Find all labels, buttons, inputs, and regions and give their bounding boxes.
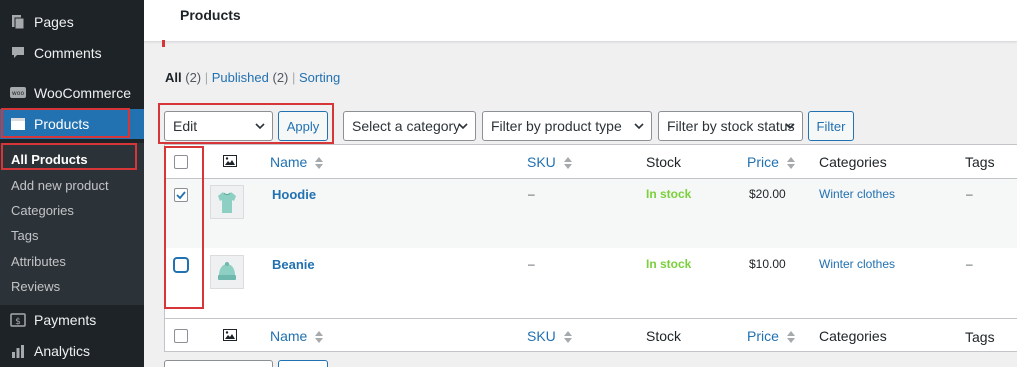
column-name-label: Name: [270, 154, 308, 170]
menu-item-pages[interactable]: Pages: [0, 7, 144, 37]
product-type-select[interactable]: Filter by product type: [482, 111, 652, 141]
column-name[interactable]: Name: [270, 154, 324, 170]
top-header-bar: Products: [144, 0, 1017, 42]
column-tags: Tags: [965, 154, 995, 170]
submenu-add-new-product[interactable]: Add new product: [11, 178, 109, 193]
image-column-icon: [223, 329, 237, 341]
beanie-icon: [218, 262, 236, 280]
sort-icon: [315, 157, 324, 170]
submenu-tags[interactable]: Tags: [11, 228, 38, 243]
header-divider: [165, 178, 1017, 179]
menu-item-label: Comments: [34, 45, 102, 61]
stock-status: In stock: [646, 257, 692, 271]
column-price[interactable]: Price: [747, 154, 795, 170]
column-tags-footer: Tags: [965, 329, 995, 345]
view-all[interactable]: All: [165, 70, 182, 85]
column-sku-footer[interactable]: SKU: [527, 328, 572, 344]
image-column-icon: [223, 155, 237, 167]
column-price-label: Price: [747, 154, 779, 170]
column-price-footer[interactable]: Price: [747, 328, 795, 344]
view-all-count: (2): [185, 70, 202, 85]
woo-icon: woo: [8, 83, 28, 103]
stock-status-value: Filter by stock status: [667, 118, 795, 134]
products-table: Name SKU Stock Price Categories Tags Hoo…: [164, 144, 1017, 352]
chevron-down-icon: [634, 123, 644, 130]
comments-icon: [8, 43, 28, 63]
menu-item-label: Analytics: [34, 343, 91, 359]
highlight-products-menu: [1, 108, 130, 138]
price-cell: $10.00: [749, 257, 786, 271]
category-link[interactable]: Winter clothes: [819, 257, 895, 271]
sort-icon: [563, 331, 572, 344]
pages-icon: [8, 12, 28, 32]
column-categories-footer: Categories: [819, 328, 887, 344]
submenu-categories[interactable]: Categories: [11, 203, 74, 218]
category-select[interactable]: Select a category: [343, 111, 476, 141]
menu-item-label: WooCommerce: [34, 85, 131, 101]
chevron-down-icon: [785, 123, 795, 130]
column-categories: Categories: [819, 154, 887, 170]
footer-divider: [165, 318, 1017, 319]
view-published[interactable]: Published: [212, 70, 269, 85]
submenu-reviews[interactable]: Reviews: [11, 279, 60, 294]
sort-icon: [563, 157, 572, 170]
menu-item-comments[interactable]: Comments: [0, 38, 144, 68]
column-name-footer[interactable]: Name: [270, 328, 324, 344]
column-sku[interactable]: SKU: [527, 154, 572, 170]
stock-status-select[interactable]: Filter by stock status: [658, 111, 803, 141]
menu-item-woocommerce[interactable]: woo WooCommerce: [0, 78, 144, 108]
highlight-all-products: [1, 143, 137, 170]
page-title: Products: [180, 7, 241, 23]
view-published-count: (2): [272, 70, 289, 85]
payments-icon: $: [8, 310, 28, 330]
apply-button-bottom[interactable]: [278, 360, 328, 367]
sku-cell: –: [528, 187, 535, 201]
category-link[interactable]: Winter clothes: [819, 187, 895, 201]
admin-sidebar: Pages Comments woo WooCommerce Products …: [0, 0, 144, 367]
tags-cell: –: [966, 187, 973, 201]
select-all-checkbox-footer[interactable]: [174, 329, 188, 343]
notice-edge: [162, 40, 165, 47]
svg-text:woo: woo: [12, 90, 25, 97]
menu-item-label: Pages: [34, 14, 74, 30]
price-cell: $20.00: [749, 187, 786, 201]
bulk-action-select-bottom[interactable]: [164, 360, 273, 367]
highlight-bulk-actions: [158, 103, 334, 144]
category-value: Select a category: [352, 118, 461, 134]
tags-cell: –: [966, 257, 973, 271]
sort-icon: [315, 331, 324, 344]
sku-cell: –: [528, 257, 535, 271]
chevron-down-icon: [458, 123, 468, 130]
column-sku-label: SKU: [527, 154, 556, 170]
menu-item-payments[interactable]: $ Payments: [0, 305, 144, 335]
view-sorting[interactable]: Sorting: [299, 70, 340, 85]
view-filters: All (2) | Published (2) | Sorting: [165, 70, 341, 85]
column-name-label: Name: [270, 328, 308, 344]
product-name-link[interactable]: Beanie: [272, 257, 315, 272]
product-thumbnail-hoodie[interactable]: [210, 185, 244, 219]
column-stock-footer: Stock: [646, 328, 682, 344]
sort-icon: [786, 331, 795, 344]
product-name-link[interactable]: Hoodie: [272, 187, 316, 202]
product-thumbnail-beanie[interactable]: [210, 255, 244, 289]
column-sku-label: SKU: [527, 328, 556, 344]
column-stock: Stock: [646, 154, 682, 170]
hoodie-icon: [218, 192, 236, 213]
svg-text:$: $: [15, 317, 21, 327]
filter-button[interactable]: Filter: [808, 111, 854, 141]
highlight-checkbox-column: [164, 146, 204, 309]
product-type-value: Filter by product type: [491, 118, 622, 134]
menu-item-analytics[interactable]: Analytics: [0, 336, 144, 366]
stock-status: In stock: [646, 187, 692, 201]
menu-item-label: Payments: [34, 312, 97, 328]
analytics-icon: [8, 341, 28, 361]
column-price-label: Price: [747, 328, 779, 344]
sort-icon: [786, 157, 795, 170]
submenu-attributes[interactable]: Attributes: [11, 254, 66, 269]
